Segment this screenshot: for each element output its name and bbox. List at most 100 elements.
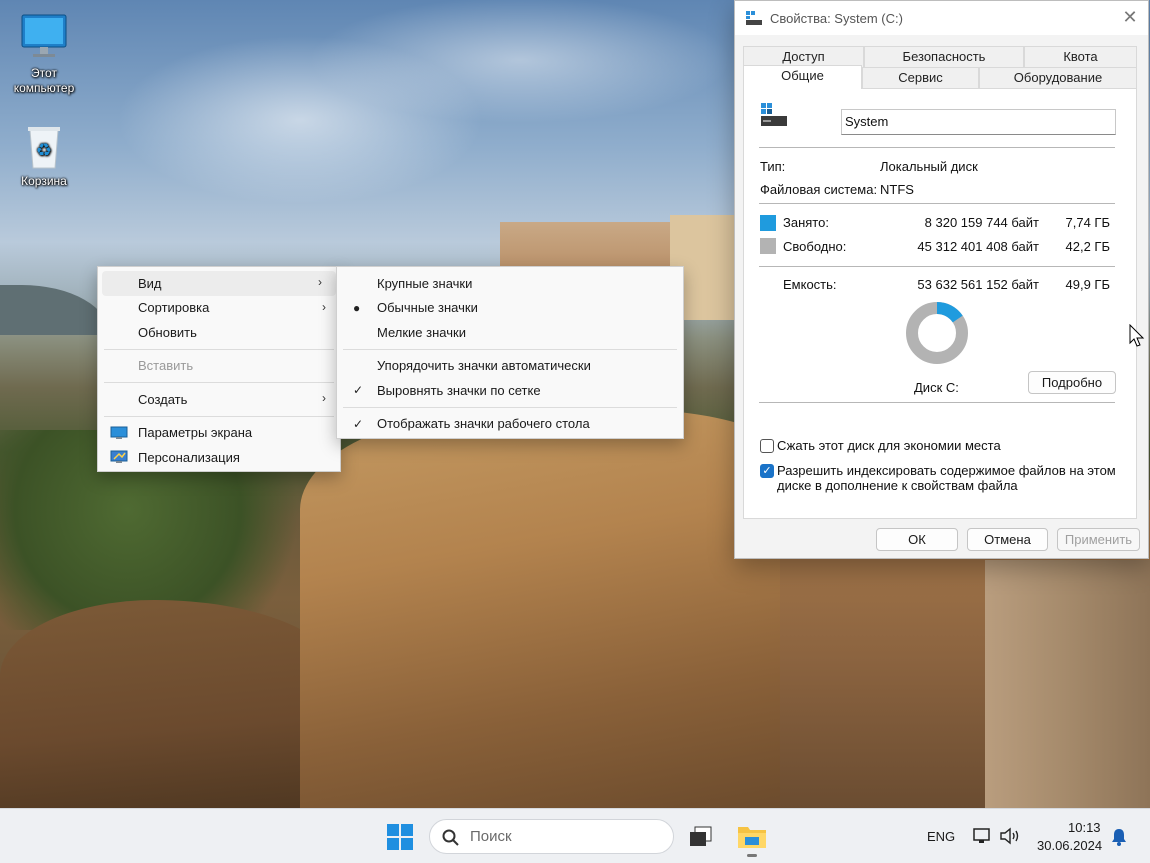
menu-item-paste[interactable]: Вставить (98, 354, 340, 379)
chevron-right-icon: › (318, 275, 322, 289)
chevron-right-icon: › (322, 299, 326, 314)
volume-icon[interactable] (999, 827, 1021, 845)
view-show-desktop-icons-label: Отображать значки рабочего стола (377, 416, 590, 432)
close-button[interactable]: ✕ (1122, 8, 1138, 26)
free-size: 42,2 ГБ (1065, 239, 1110, 254)
tab-hardware[interactable]: Оборудование (979, 67, 1137, 88)
start-button[interactable] (387, 824, 413, 850)
divider (759, 203, 1115, 204)
menu-item-display-settings[interactable]: Параметры экрана (98, 421, 340, 446)
view-large-icons[interactable]: Крупные значки (337, 271, 683, 296)
tab-tools[interactable]: Сервис (862, 67, 979, 88)
menu-item-personalization-label: Персонализация (138, 449, 240, 465)
personalize-icon (110, 450, 128, 463)
menu-item-new[interactable]: Создать › (98, 387, 340, 412)
dialog-title: Свойства: System (C:) (770, 10, 903, 26)
index-checkbox[interactable]: ✓ (760, 464, 774, 478)
menu-separator (104, 415, 334, 417)
desktop-icon-this-pc[interactable]: Этот компьютер (2, 12, 86, 96)
menu-item-sort-label: Сортировка (138, 300, 210, 316)
divider (759, 402, 1115, 403)
free-space-swatch (760, 238, 776, 254)
tab-panel-general: System Тип: Локальный диск Файловая сист… (743, 88, 1137, 519)
view-medium-icons-label: Обычные значки (377, 300, 478, 316)
cancel-button[interactable]: Отмена (967, 528, 1048, 551)
apply-button[interactable]: Применить (1057, 528, 1140, 551)
view-align-to-grid[interactable]: ✓ Выровнять значки по сетке (337, 378, 683, 403)
free-label: Свободно: (783, 239, 847, 254)
mouse-cursor-icon (1129, 324, 1145, 347)
checkmark-icon: ✓ (353, 383, 364, 397)
compress-checkbox[interactable] (760, 439, 774, 453)
display-icon (110, 426, 128, 439)
divider (759, 147, 1115, 148)
compress-label: Сжать этот диск для экономии места (777, 438, 1001, 453)
taskbar-search-box[interactable]: Поиск (429, 819, 674, 854)
filesystem-label: Файловая система: (760, 182, 878, 197)
menu-item-personalization[interactable]: Персонализация (98, 445, 340, 470)
file-explorer-icon[interactable] (737, 823, 767, 849)
clock-time[interactable]: 10:13 (1068, 820, 1101, 835)
menu-separator (104, 382, 334, 383)
view-small-icons[interactable]: Мелкие значки (337, 320, 683, 345)
view-align-to-grid-label: Выровнять значки по сетке (377, 382, 541, 398)
task-view-icon[interactable] (689, 826, 713, 848)
type-label: Тип: (760, 159, 786, 174)
view-large-icons-label: Крупные значки (377, 275, 473, 291)
tab-sharing-label: Доступ (782, 49, 825, 64)
menu-item-new-label: Создать (138, 391, 188, 407)
disk-usage-donut (906, 302, 968, 364)
clock-date[interactable]: 30.06.2024 (1037, 838, 1102, 853)
taskbar: Поиск ENG 10:13 30.06.2024 (0, 808, 1150, 863)
desktop-icon-recycle-bin[interactable]: ♻ Корзина (2, 124, 86, 189)
free-bytes: 45 312 401 408 байт (917, 239, 1039, 254)
volume-name-value: System (845, 114, 889, 129)
tab-security[interactable]: Безопасность (864, 46, 1024, 67)
type-value: Локальный диск (880, 159, 978, 174)
volume-name-input[interactable]: System (841, 109, 1116, 135)
capacity-size: 49,9 ГБ (1065, 277, 1110, 292)
search-icon (442, 829, 459, 846)
menu-item-view[interactable]: Вид › (102, 271, 336, 296)
tab-general[interactable]: Общие (743, 65, 862, 89)
dialog-titlebar[interactable]: Свойства: System (C:) (735, 1, 1148, 35)
view-medium-icons[interactable]: ● Обычные значки (337, 296, 683, 321)
disk-label: Диск C: (914, 380, 959, 395)
menu-separator (343, 406, 677, 408)
monitor-icon (21, 14, 67, 57)
notification-bell-icon[interactable] (1111, 828, 1127, 846)
network-icon[interactable] (972, 827, 992, 845)
menu-item-display-settings-label: Параметры экрана (138, 425, 253, 441)
hard-drive-icon (761, 103, 787, 126)
view-show-desktop-icons[interactable]: ✓ Отображать значки рабочего стола (337, 412, 683, 437)
chevron-right-icon: › (322, 391, 326, 405)
tab-quota-label: Квота (1063, 49, 1098, 64)
running-indicator (747, 854, 757, 857)
view-auto-arrange[interactable]: Упорядочить значки автоматически (337, 354, 683, 379)
menu-item-sort[interactable]: Сортировка › (98, 296, 340, 321)
menu-item-refresh[interactable]: Обновить (98, 320, 340, 345)
details-button-label: Подробно (1041, 375, 1103, 390)
wallpaper-mountains (0, 285, 110, 335)
tab-sharing[interactable]: Доступ (743, 46, 864, 67)
svg-text:♻: ♻ (36, 140, 52, 161)
wallpaper-wall (985, 560, 1150, 808)
search-placeholder: Поиск (470, 828, 512, 845)
filesystem-value: NTFS (880, 182, 914, 197)
language-indicator[interactable]: ENG (927, 829, 955, 844)
index-label-line2: диске в дополнение к свойствам файла (777, 478, 1018, 493)
drive-icon (746, 11, 762, 25)
wallpaper-cliff-left (0, 600, 340, 808)
index-label-line1: Разрешить индексировать содержимое файло… (777, 463, 1116, 478)
checkmark-icon: ✓ (353, 416, 364, 431)
ok-button-label: ОК (908, 532, 926, 547)
apply-button-label: Применить (1064, 532, 1133, 547)
menu-item-paste-label: Вставить (138, 358, 194, 374)
desktop-icon-this-pc-label: Этот компьютер (13, 66, 75, 95)
tab-security-label: Безопасность (902, 49, 986, 64)
ok-button[interactable]: ОК (876, 528, 958, 551)
details-button[interactable]: Подробно (1028, 371, 1116, 394)
properties-dialog: Свойства: System (C:) ✕ Доступ Безопасно… (734, 0, 1149, 559)
tab-quota[interactable]: Квота (1024, 46, 1137, 67)
divider (759, 266, 1115, 267)
